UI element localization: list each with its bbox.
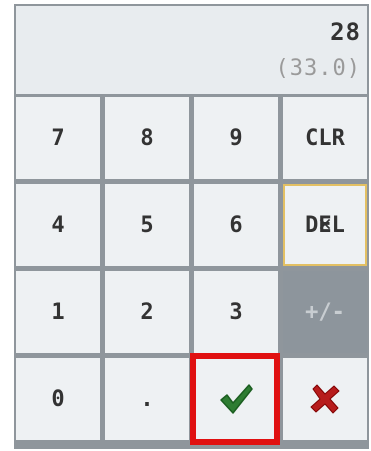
sign-toggle-button[interactable]: +/- [283, 271, 367, 353]
backspace-x-icon: ✕ [318, 211, 332, 237]
clear-button[interactable]: CLR [283, 97, 367, 179]
key-0[interactable]: 0 [16, 358, 100, 440]
keypad-screen: 28 (33.0) 7 8 9 CLR 4 5 6 DEL ✕ 1 2 3 +/… [14, 4, 369, 449]
key-6[interactable]: 6 [194, 184, 278, 266]
key-1[interactable]: 1 [16, 271, 100, 353]
display-value: 28 [330, 18, 361, 46]
key-9[interactable]: 9 [194, 97, 278, 179]
display-previous-value: (33.0) [275, 56, 361, 81]
confirm-button[interactable] [194, 358, 278, 440]
delete-label: DEL ✕ [305, 211, 345, 237]
key-2[interactable]: 2 [105, 271, 189, 353]
key-8[interactable]: 8 [105, 97, 189, 179]
delete-button[interactable]: DEL ✕ [283, 184, 367, 266]
key-3[interactable]: 3 [194, 271, 278, 353]
cross-icon [310, 384, 340, 414]
checkmark-icon [220, 384, 253, 414]
key-7[interactable]: 7 [16, 97, 100, 179]
decimal-point-button[interactable]: . [105, 358, 189, 440]
key-5[interactable]: 5 [105, 184, 189, 266]
key-4[interactable]: 4 [16, 184, 100, 266]
cancel-button[interactable] [283, 358, 367, 440]
numeric-display: 28 (33.0) [16, 6, 367, 94]
